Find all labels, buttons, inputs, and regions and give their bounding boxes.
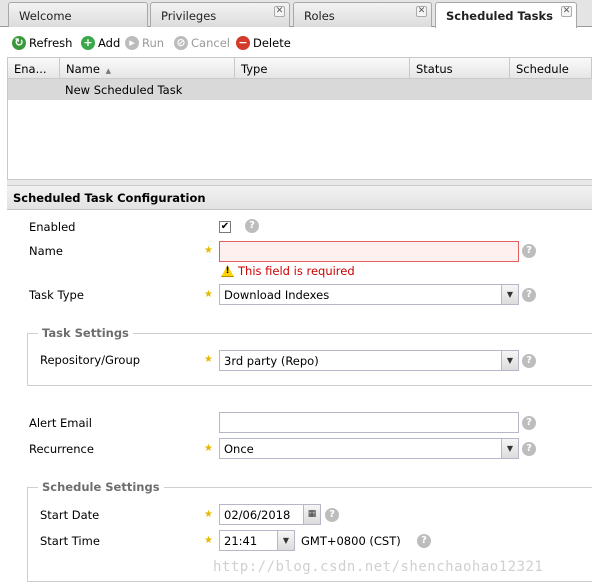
refresh-label: Refresh	[29, 36, 73, 50]
help-icon[interactable]: ?	[522, 288, 536, 302]
cancel-label: Cancel	[191, 36, 230, 50]
chevron-down-icon[interactable]: ▼	[501, 439, 518, 458]
column-enabled[interactable]: Ena...	[8, 58, 60, 79]
tab-label: Welcome	[19, 9, 72, 23]
recurrence-value: Once	[224, 442, 254, 456]
task-type-select[interactable]: Download Indexes ▼	[219, 284, 519, 305]
column-label: Name	[66, 62, 100, 76]
chevron-down-icon[interactable]: ▼	[501, 285, 518, 304]
grid-header: Ena... Name ▲ Type Status Schedule	[7, 57, 592, 79]
help-icon[interactable]: ?	[245, 219, 259, 233]
recurrence-label: Recurrence	[29, 442, 94, 456]
start-time-select[interactable]: 21:41 ▼	[219, 530, 295, 551]
name-input[interactable]	[219, 241, 519, 262]
form-title: Scheduled Task Configuration	[13, 191, 206, 205]
help-icon[interactable]: ?	[522, 244, 536, 258]
tab-privileges[interactable]: Privileges ✕	[150, 2, 290, 27]
column-name[interactable]: Name ▲	[60, 58, 235, 79]
watermark: http://blog.csdn.net/shenchaohao12321	[213, 559, 544, 575]
column-type[interactable]: Type	[235, 58, 410, 79]
enabled-label: Enabled	[29, 220, 76, 234]
cancel-button[interactable]: ⊘ Cancel	[174, 34, 230, 52]
error-text: This field is required	[238, 264, 355, 278]
required-icon: ★	[204, 509, 213, 520]
required-icon: ★	[204, 289, 213, 300]
name-error: ! This field is required	[221, 264, 355, 278]
help-icon[interactable]: ?	[417, 534, 431, 548]
task-name-cell: New Scheduled Task	[65, 83, 183, 97]
close-icon[interactable]: ✕	[416, 6, 427, 17]
alert-email-label: Alert Email	[29, 416, 92, 430]
start-time-value: 21:41	[224, 534, 258, 548]
sort-asc-icon: ▲	[105, 67, 111, 75]
recurrence-select[interactable]: Once ▼	[219, 438, 519, 459]
repository-select[interactable]: 3rd party (Repo) ▼	[219, 350, 519, 371]
close-icon[interactable]: ✕	[274, 6, 285, 17]
help-icon[interactable]: ?	[522, 416, 536, 430]
tab-label: Roles	[304, 9, 335, 23]
required-icon: ★	[204, 535, 213, 546]
task-config-form: Enabled ✔ ? Name ★ ? ! This field is req…	[7, 210, 592, 588]
tab-label: Scheduled Tasks	[446, 9, 553, 23]
start-date-label: Start Date	[40, 508, 100, 522]
task-type-value: Download Indexes	[224, 288, 330, 302]
delete-icon: −	[236, 36, 250, 50]
help-icon[interactable]: ?	[522, 354, 536, 368]
start-time-label: Start Time	[40, 534, 100, 548]
column-label: Schedule	[516, 62, 569, 76]
table-row[interactable]: New Scheduled Task	[8, 79, 592, 100]
column-status[interactable]: Status	[410, 58, 510, 79]
required-icon: ★	[204, 443, 213, 454]
column-label: Ena...	[14, 62, 47, 76]
chevron-down-icon[interactable]: ▼	[501, 351, 518, 370]
help-icon[interactable]: ?	[325, 508, 339, 522]
form-panel-header: Scheduled Task Configuration	[7, 186, 592, 210]
required-icon: ★	[204, 354, 213, 365]
delete-label: Delete	[253, 36, 291, 50]
task-settings-legend: Task Settings	[38, 326, 133, 340]
refresh-icon: ↻	[12, 36, 26, 50]
close-icon[interactable]: ✕	[561, 6, 572, 17]
repository-value: 3rd party (Repo)	[224, 354, 319, 368]
repository-label: Repository/Group	[40, 353, 141, 367]
delete-button[interactable]: − Delete	[236, 34, 291, 52]
timezone-label: GMT+0800 (CST)	[301, 534, 401, 548]
chevron-down-icon[interactable]: ▼	[277, 531, 294, 550]
add-button[interactable]: + Add	[81, 34, 120, 52]
add-icon: +	[81, 36, 95, 50]
run-icon: ▸	[125, 36, 139, 50]
warning-icon: !	[221, 265, 234, 277]
tab-roles[interactable]: Roles ✕	[293, 2, 432, 27]
column-schedule[interactable]: Schedule	[510, 58, 592, 79]
start-date-input[interactable]: 02/06/2018 ▦	[219, 504, 321, 525]
tab-label: Privileges	[161, 9, 217, 23]
column-label: Status	[416, 62, 453, 76]
required-icon: ★	[204, 245, 213, 256]
column-label: Type	[241, 62, 268, 76]
tab-welcome[interactable]: Welcome	[8, 2, 148, 27]
refresh-button[interactable]: ↻ Refresh	[12, 34, 72, 52]
calendar-icon[interactable]: ▦	[303, 505, 320, 524]
tab-scheduled-tasks[interactable]: Scheduled Tasks ✕	[435, 2, 577, 28]
run-button[interactable]: ▸ Run	[125, 34, 164, 52]
add-label: Add	[98, 36, 121, 50]
enabled-checkbox[interactable]: ✔	[219, 221, 231, 233]
alert-email-input[interactable]	[219, 412, 519, 433]
task-type-label: Task Type	[29, 288, 84, 302]
cancel-icon: ⊘	[174, 36, 188, 50]
start-date-value: 02/06/2018	[224, 508, 291, 522]
splitter[interactable]	[7, 179, 592, 186]
toolbar: ↻ Refresh + Add ▸ Run ⊘ Cancel − Delete	[7, 28, 592, 57]
help-icon[interactable]: ?	[522, 442, 536, 456]
name-label: Name	[29, 244, 63, 258]
tab-strip: Welcome Privileges ✕ Roles ✕ Scheduled T…	[0, 0, 592, 28]
schedule-settings-legend: Schedule Settings	[38, 480, 164, 494]
run-label: Run	[142, 36, 165, 50]
